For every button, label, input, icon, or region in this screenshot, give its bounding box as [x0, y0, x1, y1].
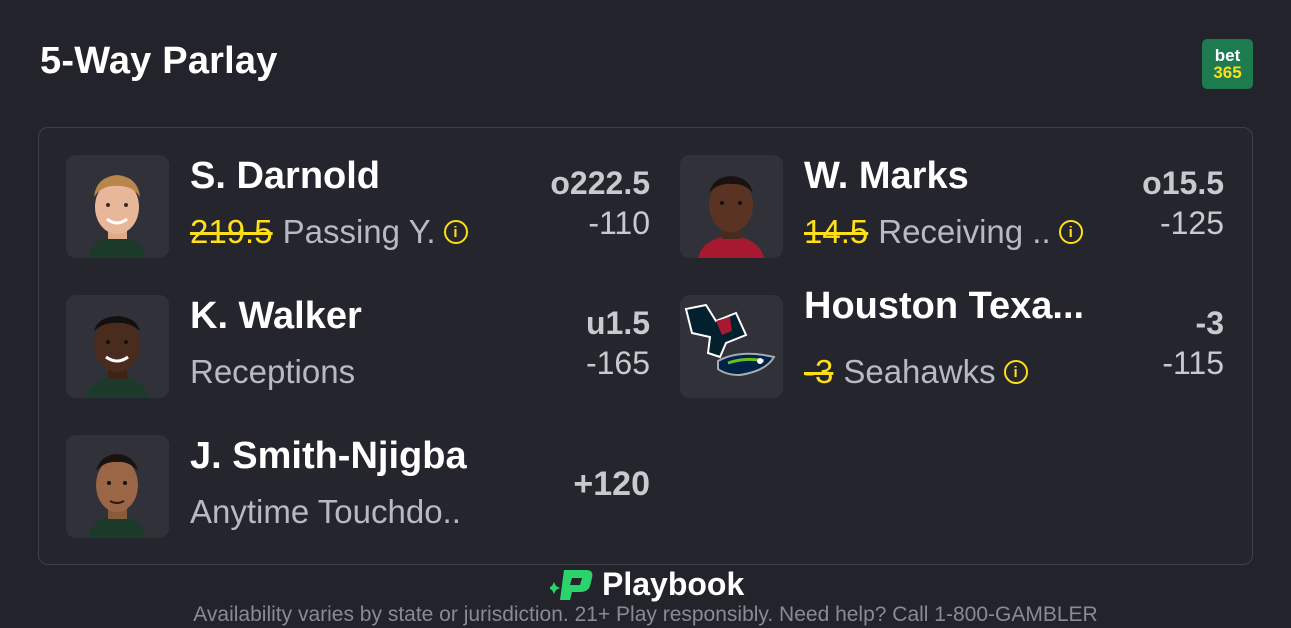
boosted-line: o222.5 — [550, 165, 650, 201]
playbook-label: Playbook — [602, 566, 745, 602]
original-line: 219.5 — [190, 213, 273, 250]
player-name: J. Smith-Njigba — [190, 435, 467, 477]
market-label: Anytime Touchdo.. — [190, 493, 461, 530]
market-label: Receptions — [190, 353, 356, 390]
player-name: K. Walker — [190, 295, 362, 337]
playbook-brand[interactable]: Playbook — [550, 566, 744, 603]
leg-odds: +120 — [573, 465, 650, 503]
parlay-leg-walker[interactable]: K. Walker Receptions u1.5 -165 — [66, 295, 656, 399]
boosted-line: -3 — [1195, 305, 1224, 341]
parlay-leg-darnold[interactable]: S. Darnold 219.5 Passing Y. i o222.5 -11… — [66, 155, 656, 259]
player-name: W. Marks — [804, 155, 969, 197]
player-photo-icon — [680, 155, 783, 258]
boosted-line: u1.5 — [585, 305, 650, 341]
player-avatar — [66, 155, 169, 258]
legal-disclaimer: Availability varies by state or jurisdic… — [193, 603, 1098, 626]
team-logos — [680, 295, 783, 398]
leg-market: Anytime Touchdo.. — [190, 493, 461, 531]
info-icon[interactable]: i — [443, 220, 468, 244]
leg-market: -3 Seahawks i — [804, 353, 1028, 391]
leg-market: 14.5 Receiving .. i — [804, 213, 1083, 251]
team-name: Houston Texa... — [804, 285, 1085, 327]
market-label: Seahawks — [843, 353, 996, 390]
player-avatar — [66, 435, 169, 538]
player-photo-icon — [66, 155, 169, 258]
bet365-logo[interactable]: bet 365 — [1202, 39, 1253, 89]
player-avatar — [66, 295, 169, 398]
info-icon[interactable]: i — [1003, 360, 1028, 384]
parlay-card: S. Darnold 219.5 Passing Y. i o222.5 -11… — [38, 127, 1253, 565]
parlay-leg-marks[interactable]: W. Marks 14.5 Receiving .. i o15.5 -125 — [680, 155, 1230, 259]
info-icon[interactable]: i — [1058, 220, 1083, 244]
leg-odds: -115 — [1162, 345, 1224, 381]
boosted-line: o15.5 — [1142, 165, 1224, 201]
leg-odds: -125 — [1159, 205, 1224, 241]
original-line: 14.5 — [804, 213, 869, 250]
leg-market: Receptions — [190, 353, 355, 391]
playbook-logo-icon — [550, 569, 593, 600]
leg-market: 219.5 Passing Y. i — [190, 213, 468, 251]
parlay-leg-smith-njigba[interactable]: J. Smith-Njigba Anytime Touchdo.. +120 — [66, 435, 656, 539]
leg-odds: -110 — [588, 205, 650, 241]
market-label: Receiving .. — [878, 213, 1051, 250]
original-line: -3 — [804, 353, 834, 390]
player-photo-icon — [66, 435, 169, 538]
parlay-title: 5-Way Parlay — [40, 40, 278, 82]
player-photo-icon — [66, 295, 169, 398]
team-logos-icon — [680, 295, 783, 398]
player-name: S. Darnold — [190, 155, 381, 197]
leg-odds: -165 — [585, 345, 650, 381]
market-label: Passing Y. — [282, 213, 436, 250]
parlay-leg-texans[interactable]: Houston Texa... -3 Seahawks i -3 -115 — [680, 285, 1230, 399]
logo-text-bet: bet — [1214, 46, 1241, 65]
player-avatar — [680, 155, 783, 258]
logo-text-365: 365 — [1213, 63, 1242, 82]
